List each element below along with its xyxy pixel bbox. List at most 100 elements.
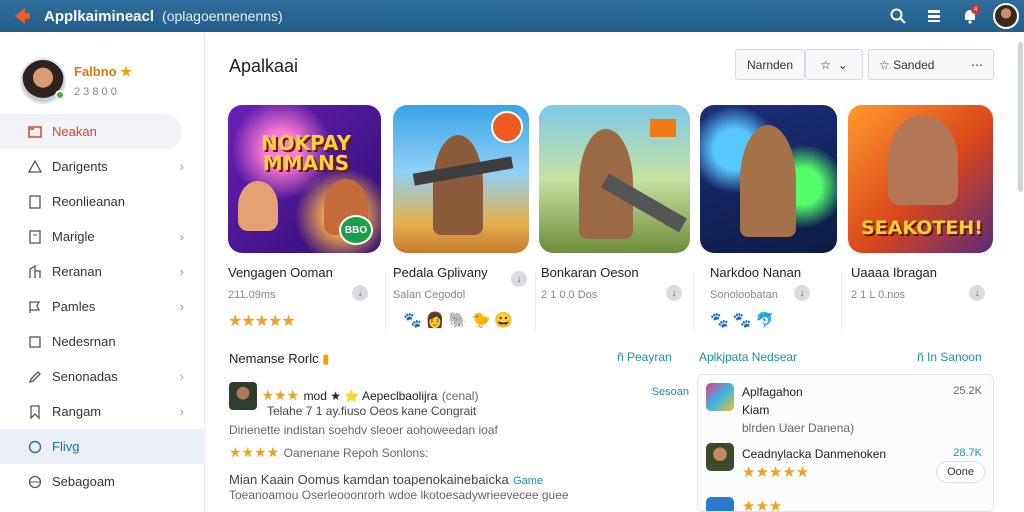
app-title: Bonkaran Oeson — [541, 265, 639, 280]
feed-text: Toeanoamou Oserleooonrorh wdoe lkotoesad… — [229, 488, 569, 502]
rec-title: Ceadnylacka Danmenoken — [742, 447, 887, 461]
section-link[interactable]: ñ In Sanoon — [917, 350, 982, 364]
download-icon[interactable]: ↓ — [969, 285, 985, 301]
download-icon[interactable]: ↓ — [511, 271, 527, 287]
sidebar-item-label: Sebagoam — [52, 474, 115, 489]
chevron-right-icon: › — [179, 264, 184, 279]
rec-note: blrden Uaer Danena) — [742, 421, 855, 435]
pencil-icon — [26, 368, 44, 386]
feed-link[interactable]: Sesoan — [652, 386, 689, 398]
chevron-right-icon: › — [179, 229, 184, 244]
app-card[interactable]: NOKPAY MMANS BBO Vengagen Ooman 211.09ms… — [228, 105, 381, 330]
app-meta: 2 1 L 0.nos — [851, 289, 906, 301]
app-icon — [706, 443, 734, 471]
rating-stars: ★★★★★ — [228, 313, 296, 330]
download-icon[interactable]: ↓ — [352, 285, 368, 301]
app-card[interactable]: Narkdoo Nanan Sonoloobatan ↓ 🐾 🐾 🐬 — [700, 105, 853, 329]
badge-icon: ▮ — [322, 351, 330, 366]
sidebar-item-10[interactable]: Sebagoam — [0, 464, 204, 499]
app-card[interactable]: Pedala Gplivany Salan Cegodol ↓ 🐾 👩 🐘 🐤 … — [393, 105, 546, 329]
app-subtitle: (oplagoennenenns) — [162, 8, 283, 24]
app-icon — [706, 497, 734, 511]
app-icon — [706, 383, 734, 411]
sidebar-item-8[interactable]: Rangam › — [0, 394, 204, 429]
app-title: Pedala Gplivany — [393, 265, 488, 280]
account-button[interactable] — [988, 0, 1024, 32]
star-outline-icon: ☆ — [820, 57, 832, 72]
app-title: Applkaimineacl — [44, 7, 155, 25]
chevron-right-icon: › — [179, 404, 184, 419]
feed-text: Telahe 7 1 ay.fiuso Oeos kane Congrait — [267, 404, 477, 418]
sidebar: Falbno ★ 2 3 8 0 0 Neakan Darigents › Re… — [0, 32, 205, 512]
section-link[interactable]: ñ Peayran — [617, 350, 672, 364]
rating-stars: ★★★★ — [229, 444, 280, 460]
section-title: Aplkjpata Nedsear — [699, 350, 798, 364]
rec-title: Aplfagahon — [742, 385, 803, 399]
more-icon: ⋯ — [971, 57, 983, 72]
sidebar-item-0[interactable]: Neakan — [0, 114, 182, 149]
section-title-text: Nemanse Rorlc — [229, 351, 319, 366]
download-icon[interactable]: ↓ — [794, 285, 810, 301]
star-outline-icon: ☆ — [879, 57, 890, 72]
folder-icon — [26, 123, 44, 141]
recommendation-panel: Aplfagahon Kiam blrden Uaer Danena) 25.2… — [697, 374, 994, 512]
app-meta: Sonoloobatan — [710, 289, 778, 301]
app-thumbnail — [393, 105, 529, 253]
feed-item[interactable]: Mian Kaain Oomus kamdan toapenokainebaic… — [229, 471, 689, 489]
back-arrow-icon — [15, 8, 30, 24]
rec-size: 25.2K — [953, 385, 982, 397]
sort-label: Sanded — [893, 57, 935, 72]
page-icon — [26, 228, 44, 246]
filter-button[interactable]: Narnden — [735, 49, 805, 80]
rating-stars: ★★★★★ — [742, 464, 810, 481]
sidebar-item-label: Reonlieanan — [52, 194, 126, 209]
chevron-down-icon: ⌄ — [837, 57, 848, 72]
download-icon[interactable]: ↓ — [666, 285, 682, 301]
sort-dropdown[interactable]: ☆ Sanded ⋯ — [868, 49, 994, 80]
character-art — [888, 115, 958, 205]
sidebar-item-label: Senonadas — [52, 369, 118, 384]
sidebar-item-6[interactable]: Nedesrnan — [0, 324, 204, 359]
sidebar-nav: Neakan Darigents › Reonlieanan Marigle ›… — [0, 114, 205, 499]
user-avatar — [993, 3, 1019, 29]
notifications-button[interactable]: 4 — [952, 0, 988, 32]
search-button[interactable] — [880, 0, 916, 32]
grid-icon — [928, 10, 940, 22]
feed-line: Telahe 7 1 ay.fiuso Oeos kane Congrait — [267, 404, 727, 418]
sidebar-item-2[interactable]: Reonlieanan — [0, 184, 204, 219]
apps-button[interactable] — [916, 0, 952, 32]
sidebar-item-5[interactable]: Pamles › — [0, 289, 204, 324]
flag-icon — [26, 298, 44, 316]
sidebar-item-7[interactable]: Senonadas › — [0, 359, 204, 394]
feed-item[interactable]: ★★★★ Oanenane Repoh Sonlons: — [229, 444, 689, 462]
sidebar-item-9[interactable]: Flivg — [0, 429, 205, 464]
chevron-right-icon: › — [179, 159, 184, 174]
sidebar-item-label: Darigents — [52, 159, 108, 174]
profile-card[interactable]: Falbno ★ 2 3 8 0 0 — [0, 32, 204, 112]
sidebar-item-3[interactable]: Marigle › — [0, 219, 204, 254]
app-meta: 2 1 0.0 Dos — [541, 289, 598, 301]
app-art-title: SEAKOTEH! — [861, 217, 983, 239]
rating-stars: ★★★ — [742, 498, 783, 512]
document-icon — [26, 193, 44, 211]
online-status-icon — [55, 90, 65, 100]
feed-text: Mian Kaain Oomus kamdan toapenokainebaic… — [229, 472, 509, 487]
sidebar-item-label: Nedesrnan — [52, 334, 116, 349]
scrollbar[interactable] — [1018, 42, 1023, 192]
favorites-dropdown[interactable]: ☆ ⌄ — [805, 49, 863, 80]
sidebar-item-label: Pamles — [52, 299, 96, 314]
sidebar-item-1[interactable]: Darigents › — [0, 149, 204, 184]
chevron-right-icon: › — [179, 299, 184, 314]
feed-thumbnail — [229, 382, 257, 410]
app-card[interactable]: SEAKOTEH! Uaaaa Ibragan 2 1 L 0.nos ↓ — [848, 105, 1001, 301]
sidebar-item-label: Neakan — [52, 124, 97, 139]
sidebar-item-4[interactable]: Reranan › — [0, 254, 204, 289]
open-button[interactable]: Oone — [936, 461, 985, 483]
feed-link[interactable]: Game — [513, 475, 543, 487]
app-card[interactable]: Bonkaran Oeson 2 1 0.0 Dos ↓ — [539, 105, 692, 301]
app-thumbnail — [539, 105, 690, 253]
back-button[interactable] — [8, 2, 36, 30]
divider — [841, 272, 842, 332]
circle-icon — [26, 438, 44, 456]
app-art-title: NOKPAY MMANS — [260, 131, 352, 175]
